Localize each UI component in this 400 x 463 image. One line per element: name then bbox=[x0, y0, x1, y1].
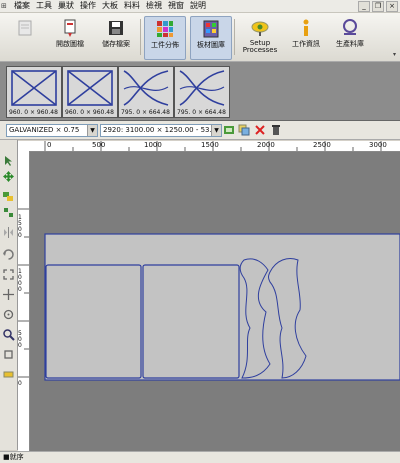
production-library-button[interactable]: 生產料庫 bbox=[330, 16, 370, 58]
setup-processes-label: Setup Processes bbox=[242, 39, 278, 54]
menu-view[interactable]: 檢視 bbox=[143, 0, 165, 12]
part-curve-preview bbox=[123, 70, 169, 106]
delete-sheet-icon[interactable] bbox=[254, 124, 266, 136]
ruler-tick-label: 500 bbox=[92, 141, 106, 149]
setup-processes-button[interactable]: Setup Processes bbox=[238, 16, 282, 58]
save-button[interactable]: 儲存檔案 bbox=[96, 16, 136, 58]
ruler-tick-label: 2500 bbox=[313, 141, 331, 149]
group-tool-icon[interactable] bbox=[2, 206, 15, 219]
ruler-tick-label: 0 bbox=[47, 141, 52, 149]
ruler-tick-label: 500 bbox=[18, 330, 22, 349]
save-icon bbox=[109, 21, 123, 35]
menu-file[interactable]: 檔案 bbox=[11, 0, 33, 12]
toolbar-separator bbox=[234, 19, 235, 55]
status-text: ■就序 bbox=[3, 453, 24, 461]
ruler-tick-label: 3000 bbox=[369, 141, 387, 149]
part-thumbnail-caption: 960. 0 × 960.48 bbox=[65, 109, 114, 116]
part-thumbnail-caption: 795. 0 × 664.48 bbox=[121, 109, 170, 116]
flip-tool-icon[interactable] bbox=[2, 226, 15, 239]
material-select[interactable]: GALVANIZED × 0.75 ▼ bbox=[6, 124, 98, 137]
left-tool-strip bbox=[0, 140, 18, 450]
center-tool-icon[interactable] bbox=[2, 308, 15, 321]
nesting-drawing bbox=[44, 233, 400, 381]
toolbar-separator bbox=[140, 19, 141, 55]
select-tool-icon[interactable] bbox=[2, 154, 15, 167]
menu-operate[interactable]: 操作 bbox=[77, 0, 99, 12]
save-label: 儲存檔案 bbox=[102, 40, 130, 48]
nesting-canvas[interactable] bbox=[30, 152, 400, 451]
sheet-select[interactable]: 2920: 3100.00 × 1250.00 - 53.7° ▼ bbox=[100, 124, 222, 137]
part-square-preview bbox=[67, 70, 113, 106]
expand-tool-icon[interactable] bbox=[2, 268, 15, 281]
open-file-icon bbox=[64, 19, 76, 37]
layer-tool-icon[interactable] bbox=[2, 190, 15, 203]
job-info-label: 工作資訊 bbox=[292, 40, 320, 48]
close-icon[interactable]: × bbox=[386, 1, 398, 12]
setup-processes-icon bbox=[251, 21, 269, 36]
ruler-tick-label: 2000 bbox=[257, 141, 275, 149]
main-toolbar: 開啟圖檔 儲存檔案 工件分佈 板材圖庫 Setup Processes 工作資訊… bbox=[0, 13, 400, 62]
move-tool-icon[interactable] bbox=[2, 170, 15, 183]
ruler-tick-label: 0 bbox=[18, 380, 22, 387]
add-sheet-icon[interactable] bbox=[223, 124, 235, 136]
minimize-icon[interactable]: _ bbox=[358, 1, 370, 12]
part-thumbnail[interactable]: 960. 0 × 960.48 bbox=[6, 66, 62, 118]
job-info-button[interactable]: 工作資訊 bbox=[286, 16, 326, 58]
measure-tool-icon[interactable] bbox=[2, 368, 15, 381]
app-menu-icon[interactable]: ⊞ bbox=[0, 2, 11, 10]
pan-tool-icon[interactable] bbox=[2, 348, 15, 361]
part-thumbnail[interactable]: 960. 0 × 960.48 bbox=[62, 66, 118, 118]
menu-bar: ⊞ 檔案 工具 巢狀 操作 大板 料料 檢視 視窗 說明 _ ❐ × bbox=[0, 0, 400, 13]
production-library-label: 生產料庫 bbox=[336, 40, 364, 48]
sheet-outline bbox=[44, 233, 400, 381]
horizontal-ruler: 0 500 1000 1500 2000 2500 3000 bbox=[30, 141, 400, 152]
menu-material[interactable]: 料料 bbox=[121, 0, 143, 12]
copy-sheet-icon[interactable] bbox=[238, 124, 250, 136]
toolbar-overflow-icon[interactable]: ▾ bbox=[393, 51, 396, 58]
open-file-label: 開啟圖檔 bbox=[56, 40, 84, 48]
trash-icon[interactable] bbox=[270, 124, 282, 136]
ruler-tick-label: 1000 bbox=[18, 268, 22, 293]
info-icon bbox=[303, 19, 309, 36]
part-curve-preview bbox=[179, 70, 225, 106]
vertical-ruler-ticks bbox=[18, 208, 29, 378]
part-thumbnail[interactable]: 795. 0 × 664.48 bbox=[174, 66, 230, 118]
part-layout-icon bbox=[157, 21, 173, 37]
menu-sheet[interactable]: 大板 bbox=[99, 0, 121, 12]
part-layout-button[interactable]: 工件分佈 bbox=[144, 16, 186, 60]
new-part-button[interactable] bbox=[5, 16, 45, 58]
new-part-icon bbox=[18, 20, 32, 36]
ruler-tick-label: 1000 bbox=[144, 141, 162, 149]
status-bar: ■就序 bbox=[0, 451, 400, 463]
part-thumbnail-caption: 960. 0 × 960.48 bbox=[9, 109, 58, 116]
sheet-select-value: 2920: 3100.00 × 1250.00 - 53.7° bbox=[103, 126, 220, 134]
menu-tools[interactable]: 工具 bbox=[33, 0, 55, 12]
rotate-tool-icon[interactable] bbox=[2, 248, 15, 261]
material-select-value: GALVANIZED × 0.75 bbox=[9, 126, 80, 134]
ruler-tick-label: 1500 bbox=[18, 214, 22, 239]
chevron-down-icon[interactable]: ▼ bbox=[211, 125, 221, 136]
production-library-icon bbox=[343, 19, 357, 35]
zoom-tool-icon[interactable] bbox=[2, 328, 15, 341]
sheet-library-label: 板材圖庫 bbox=[197, 41, 225, 49]
sheet-selection-bar: GALVANIZED × 0.75 ▼ 2920: 3100.00 × 1250… bbox=[0, 121, 400, 140]
ruler-tick-label: 1500 bbox=[201, 141, 219, 149]
parts-thumbnail-strip: 960. 0 × 960.48 960. 0 × 960.48 795. 0 ×… bbox=[0, 62, 400, 121]
part-thumbnail-caption: 795. 0 × 664.48 bbox=[177, 109, 226, 116]
part-layout-label: 工件分佈 bbox=[151, 41, 179, 49]
sheet-library-icon bbox=[203, 20, 219, 38]
menu-window[interactable]: 視窗 bbox=[165, 0, 187, 12]
sheet-library-button[interactable]: 板材圖庫 bbox=[190, 16, 232, 60]
align-tool-icon[interactable] bbox=[2, 288, 15, 301]
part-thumbnail[interactable]: 795. 0 × 664.48 bbox=[118, 66, 174, 118]
vertical-ruler: 1500 1000 500 0 bbox=[18, 151, 30, 451]
menu-help[interactable]: 說明 bbox=[187, 0, 209, 12]
chevron-down-icon[interactable]: ▼ bbox=[87, 125, 97, 136]
menu-nesting[interactable]: 巢狀 bbox=[55, 0, 77, 12]
window-controls: _ ❐ × bbox=[358, 1, 398, 12]
open-file-button[interactable]: 開啟圖檔 bbox=[50, 16, 90, 58]
part-square-preview bbox=[11, 70, 57, 106]
restore-icon[interactable]: ❐ bbox=[372, 1, 384, 12]
